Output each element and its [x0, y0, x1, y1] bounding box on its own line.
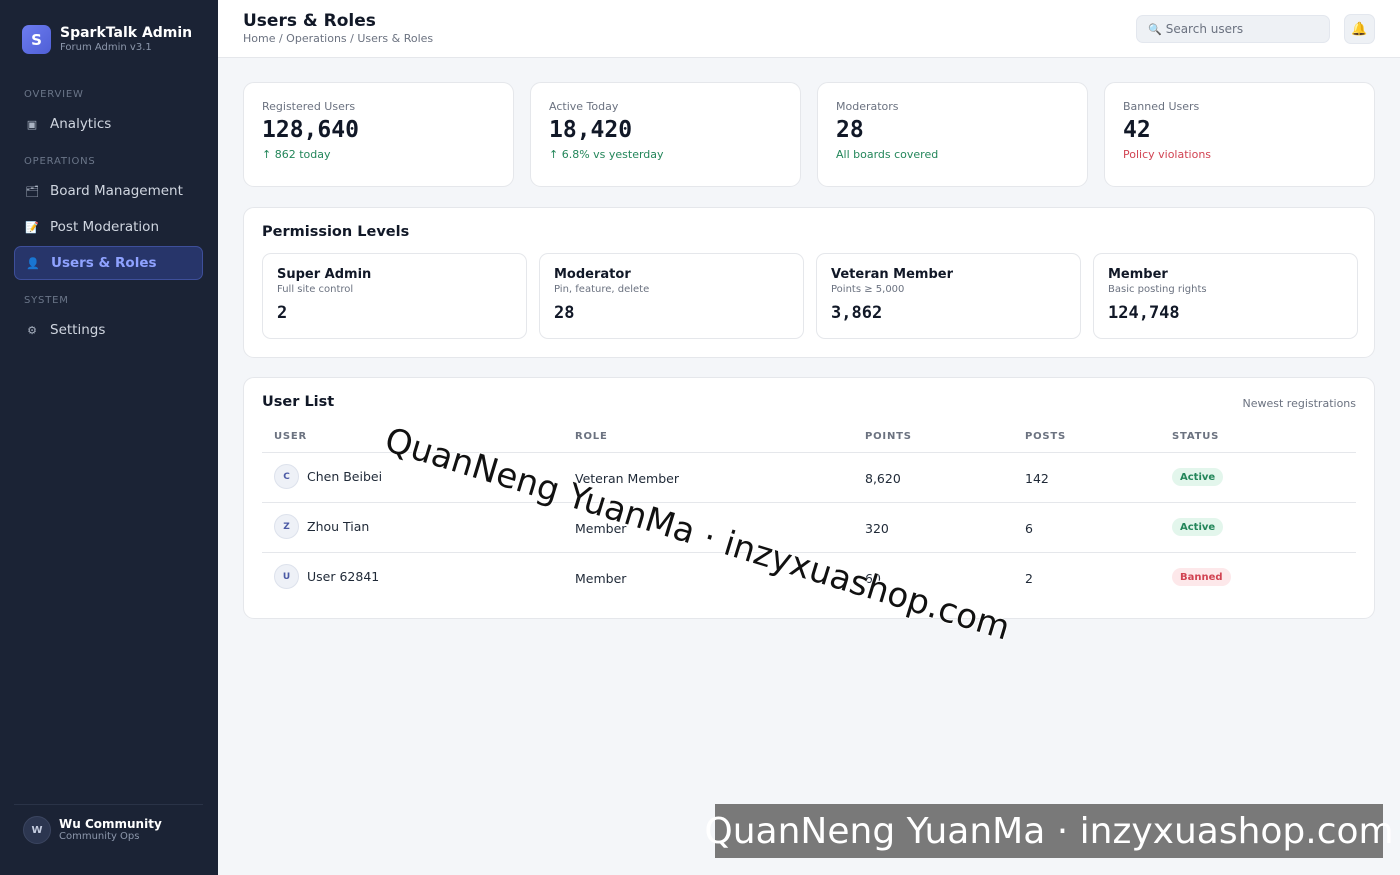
- permission-desc: Full site control: [277, 284, 354, 295]
- permission-count: 28: [554, 303, 575, 323]
- permission-name: Member: [1108, 267, 1168, 282]
- user-posts: 2: [1025, 571, 1033, 586]
- stat-card-active-today: Active Today 18,420 ↑ 6.8% vs yesterday: [530, 82, 801, 187]
- user-avatar: U: [274, 564, 299, 589]
- sidebar-item-board-management[interactable]: 🗂 Board Management: [14, 174, 203, 208]
- column-header-posts[interactable]: POSTS: [1025, 431, 1066, 442]
- bell-icon: 🔔: [1351, 21, 1368, 37]
- header: Users & Roles Home / Operations / Users …: [218, 0, 1400, 58]
- user-points: 8,620: [865, 471, 901, 486]
- permission-name: Super Admin: [277, 267, 372, 282]
- permission-card-veteran-member[interactable]: Veteran Member Points ≥ 5,000 3,862: [816, 253, 1081, 339]
- sidebar-item-post-moderation[interactable]: 📝 Post Moderation: [14, 210, 203, 244]
- user-name[interactable]: Chen Beibei: [307, 469, 382, 484]
- chart-icon: ▣: [26, 117, 38, 131]
- permission-name: Veteran Member: [831, 267, 953, 282]
- user-icon: 👤: [26, 256, 40, 270]
- profile-name: Wu Community: [59, 816, 162, 831]
- column-header-role[interactable]: ROLE: [575, 431, 608, 442]
- permission-name: Moderator: [554, 267, 631, 282]
- permission-card-super-admin[interactable]: Super Admin Full site control 2: [262, 253, 527, 339]
- permission-desc: Basic posting rights: [1108, 284, 1207, 295]
- section-label-system: SYSTEM: [24, 295, 69, 306]
- user-posts: 142: [1025, 471, 1049, 486]
- sidebar-item-label: Post Moderation: [50, 219, 160, 235]
- stat-note: ↑ 862 today: [262, 148, 331, 161]
- status-badge: Active: [1172, 468, 1224, 486]
- stat-label: Active Today: [549, 100, 619, 113]
- sidebar-item-label: Analytics: [50, 116, 112, 132]
- brand-name: SparkTalk Admin: [60, 25, 193, 41]
- status-badge: Active: [1172, 518, 1224, 536]
- stat-label: Registered Users: [262, 100, 356, 113]
- table-row[interactable]: Z Zhou Tian Member 320 6 Active: [262, 503, 1356, 553]
- breadcrumb: Home / Operations / Users & Roles: [243, 32, 434, 45]
- column-header-points[interactable]: POINTS: [865, 431, 912, 442]
- user-profile[interactable]: W Wu Community Community Ops: [23, 816, 162, 844]
- stat-value: 28: [836, 117, 864, 143]
- permission-levels-panel: Permission Levels Super Admin Full site …: [243, 207, 1375, 358]
- sidebar: S SparkTalk Admin Forum Admin v3.1 OVERV…: [0, 0, 218, 875]
- section-label-overview: OVERVIEW: [24, 89, 84, 100]
- brand-version: Forum Admin v3.1: [60, 42, 152, 53]
- sidebar-item-users-roles[interactable]: 👤 Users & Roles: [14, 246, 203, 280]
- stat-card-banned-users: Banned Users 42 Policy violations: [1104, 82, 1375, 187]
- panel-title: Permission Levels: [262, 224, 410, 240]
- user-avatar: Z: [274, 514, 299, 539]
- permission-desc: Pin, feature, delete: [554, 284, 650, 295]
- stat-value: 42: [1123, 117, 1151, 143]
- profile-role: Community Ops: [59, 830, 140, 842]
- permission-count: 2: [277, 303, 288, 323]
- stat-label: Banned Users: [1123, 100, 1200, 113]
- sidebar-item-settings[interactable]: ⚙ Settings: [14, 313, 203, 347]
- permission-card-member[interactable]: Member Basic posting rights 124,748: [1093, 253, 1358, 339]
- permission-count: 3,862: [831, 303, 883, 323]
- permission-desc: Points ≥ 5,000: [831, 284, 905, 295]
- search-box[interactable]: 🔍: [1136, 15, 1330, 43]
- notifications-button[interactable]: 🔔: [1344, 14, 1375, 44]
- user-name[interactable]: User 62841: [307, 569, 379, 584]
- brand[interactable]: S SparkTalk Admin Forum Admin v3.1: [22, 25, 192, 54]
- sidebar-item-analytics[interactable]: ▣ Analytics: [14, 107, 203, 141]
- page-title: Users & Roles: [243, 11, 376, 31]
- user-name[interactable]: Zhou Tian: [307, 519, 369, 534]
- user-role: Member: [575, 571, 627, 586]
- section-label-operations: OPERATIONS: [24, 156, 96, 167]
- avatar: W: [23, 816, 51, 844]
- column-header-user[interactable]: USER: [274, 431, 307, 442]
- column-header-status[interactable]: STATUS: [1172, 431, 1219, 442]
- sidebar-item-label: Settings: [50, 322, 106, 338]
- stat-card-moderators: Moderators 28 All boards covered: [817, 82, 1088, 187]
- panel-title: User List: [262, 394, 335, 410]
- list-subtitle: Newest registrations: [1242, 397, 1357, 410]
- user-points: 320: [865, 521, 889, 536]
- stat-value: 18,420: [549, 117, 633, 143]
- memo-icon: 📝: [25, 220, 39, 234]
- gear-icon: ⚙: [27, 323, 37, 337]
- stat-note: Policy violations: [1123, 148, 1212, 161]
- stat-note: ↑ 6.8% vs yesterday: [549, 148, 664, 161]
- stat-label: Moderators: [836, 100, 899, 113]
- sidebar-divider: [14, 804, 203, 805]
- stat-card-registered-users: Registered Users 128,640 ↑ 862 today: [243, 82, 514, 187]
- stat-note: All boards covered: [836, 148, 939, 161]
- status-badge: Banned: [1172, 568, 1231, 586]
- sidebar-item-label: Users & Roles: [51, 255, 157, 271]
- stat-value: 128,640: [262, 117, 359, 143]
- user-avatar: C: [274, 464, 299, 489]
- permission-card-moderator[interactable]: Moderator Pin, feature, delete 28: [539, 253, 804, 339]
- brand-logo: S: [22, 25, 51, 54]
- folder-icon: 🗂: [25, 184, 39, 198]
- sidebar-item-label: Board Management: [50, 183, 183, 199]
- watermark-banner: QuanNeng YuanMa · inzyxuashop.com: [704, 804, 1394, 858]
- search-icon: 🔍: [1148, 22, 1162, 36]
- user-posts: 6: [1025, 521, 1033, 536]
- permission-count: 124,748: [1108, 303, 1180, 323]
- search-input[interactable]: [1165, 22, 1316, 36]
